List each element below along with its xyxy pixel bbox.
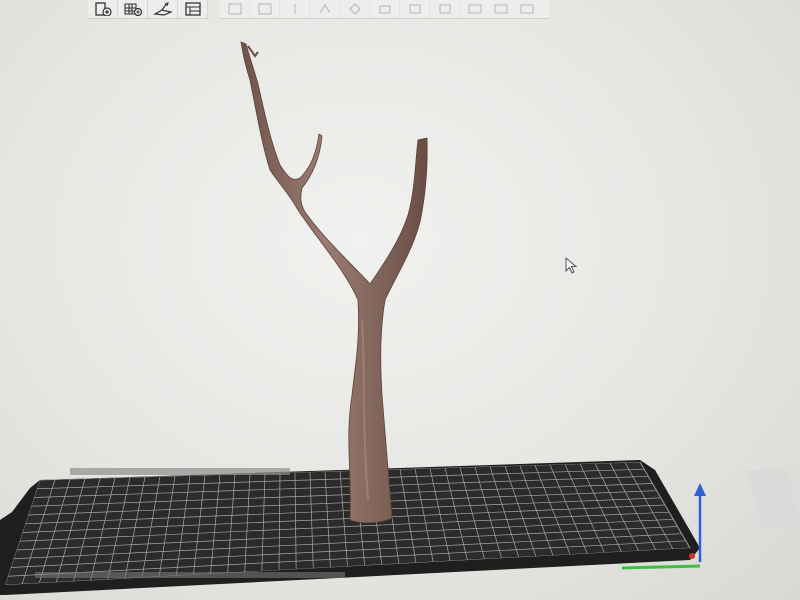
support-paint-button[interactable] bbox=[370, 0, 400, 18]
measure-button[interactable] bbox=[400, 0, 430, 18]
main-toolbar-group bbox=[88, 0, 208, 19]
cut-button[interactable] bbox=[340, 0, 370, 18]
3d-viewport[interactable] bbox=[0, 20, 800, 600]
plate-front-label bbox=[35, 572, 345, 578]
plate-side-tab bbox=[747, 470, 800, 530]
split-parts-button[interactable] bbox=[250, 0, 280, 18]
more-tools-button[interactable] bbox=[460, 0, 550, 18]
y-origin bbox=[689, 553, 695, 559]
support-paint-icon bbox=[379, 5, 390, 14]
arrange-button[interactable] bbox=[178, 0, 208, 18]
more-tools-icon bbox=[468, 4, 533, 14]
add-file-icon bbox=[94, 2, 112, 16]
add-plate-button[interactable] bbox=[118, 0, 148, 18]
split-objects-icon bbox=[228, 3, 241, 15]
add-plate-icon bbox=[123, 3, 142, 16]
arrange-icon bbox=[184, 2, 201, 16]
plate-top-strip bbox=[70, 468, 290, 475]
paint-seam-icon bbox=[319, 4, 330, 14]
assembly-icon bbox=[439, 4, 450, 14]
top-toolbar bbox=[0, 0, 800, 20]
orient-button[interactable] bbox=[148, 0, 178, 18]
paint-seam-button[interactable] bbox=[310, 0, 340, 18]
add-file-button[interactable] bbox=[88, 0, 118, 18]
measure-icon bbox=[409, 4, 420, 14]
split-objects-button[interactable] bbox=[220, 0, 250, 18]
secondary-toolbar-group bbox=[220, 0, 550, 19]
variable-layer-button[interactable] bbox=[280, 0, 310, 18]
build-plate bbox=[0, 460, 800, 595]
assembly-button[interactable] bbox=[430, 0, 460, 18]
z-axis-arrow bbox=[694, 483, 706, 496]
x-axis bbox=[621, 564, 701, 570]
variable-layer-icon bbox=[294, 4, 295, 14]
cut-icon bbox=[348, 3, 361, 15]
mouse-cursor-icon bbox=[565, 257, 578, 274]
scene-canvas[interactable] bbox=[0, 20, 800, 600]
orient-icon bbox=[152, 2, 173, 16]
tree-branch-model[interactable] bbox=[240, 41, 428, 524]
split-parts-icon bbox=[258, 3, 271, 15]
